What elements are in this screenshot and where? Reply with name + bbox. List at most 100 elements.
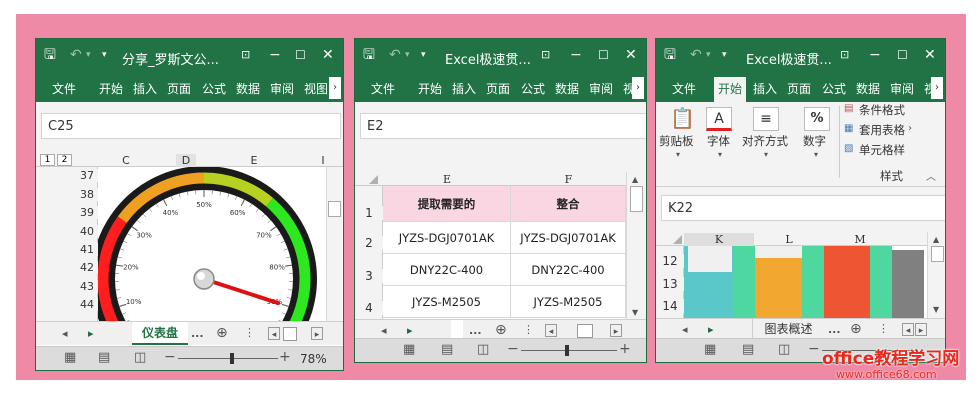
zoom-out-icon[interactable]: −	[808, 342, 820, 356]
row-header-38[interactable]: 38	[76, 188, 98, 201]
split-handle-icon[interactable]: ⋮	[878, 322, 889, 336]
zoom-in-icon[interactable]: +	[279, 350, 291, 364]
scroll-up-icon[interactable]: ▲	[933, 233, 939, 247]
vertical-scrollbar[interactable]	[326, 167, 342, 321]
more-sheets[interactable]: ...	[828, 323, 841, 337]
vertical-scroll-thumb[interactable]	[931, 246, 944, 262]
page-break-view-icon[interactable]: ◫	[477, 343, 489, 357]
ribbon-display-icon[interactable]: ⊡	[541, 48, 550, 62]
hscroll-thumb[interactable]	[577, 324, 593, 338]
hscroll-right-icon[interactable]: ▸	[915, 323, 927, 336]
customize-toolbar-icon[interactable]: ▾	[421, 48, 426, 62]
table-cell[interactable]: DNY22C-400	[511, 254, 626, 286]
ribbon-display-icon[interactable]: ⊡	[840, 48, 849, 62]
tab-page-layout[interactable]: 页面	[167, 80, 191, 97]
undo-icon[interactable]: ↶	[389, 48, 401, 62]
format-as-table-icon[interactable]: ▦	[844, 123, 853, 134]
alignment-dropdown-icon[interactable]: ▾	[764, 150, 768, 159]
add-sheet-icon[interactable]: ⊕	[495, 323, 507, 337]
row-header-12[interactable]: 12	[656, 254, 684, 268]
zoom-out-icon[interactable]: −	[507, 342, 519, 356]
normal-view-icon[interactable]: ▦	[403, 343, 415, 357]
column-header-m[interactable]: M	[824, 233, 896, 246]
close-icon[interactable]: ✕	[625, 48, 637, 62]
row-header-1[interactable]: 1	[355, 206, 383, 220]
row-header-40[interactable]: 40	[76, 225, 98, 238]
undo-dropdown-icon[interactable]: ▾	[706, 48, 711, 62]
close-icon[interactable]: ✕	[924, 48, 936, 62]
header-cell-extract[interactable]: 提取需要的	[383, 186, 511, 222]
normal-view-icon[interactable]: ▦	[704, 343, 716, 357]
save-icon[interactable]: 🖫	[44, 48, 56, 62]
table-cell[interactable]: JYZS-DGJ0701AK	[383, 222, 511, 254]
zoom-level[interactable]: 78%	[300, 352, 327, 366]
page-layout-view-icon[interactable]: ▤	[441, 343, 453, 357]
group-font[interactable]: 字体	[707, 133, 730, 149]
hscroll-left-icon[interactable]: ◂	[268, 327, 280, 340]
tab-page-layout[interactable]: 页面	[486, 80, 510, 97]
hscroll-thumb[interactable]	[283, 327, 297, 341]
add-sheet-icon[interactable]: ⊕	[850, 322, 862, 336]
alignment-icon[interactable]: ≡	[753, 107, 779, 131]
sheet-prev-icon[interactable]: ◂	[381, 324, 387, 338]
tab-review[interactable]: 审阅	[589, 80, 613, 97]
column-header-c[interactable]: C	[116, 154, 136, 167]
select-all-icon[interactable]	[369, 175, 378, 184]
sheet-prev-icon[interactable]: ◂	[62, 327, 68, 341]
table-cell[interactable]: DNY22C-400	[383, 254, 511, 286]
row-header-43[interactable]: 43	[76, 280, 98, 293]
scroll-down-icon[interactable]: ▼	[632, 306, 638, 320]
sheet-prev-icon[interactable]: ◂	[682, 323, 688, 337]
header-cell-merge[interactable]: 整合	[511, 186, 626, 222]
hscroll-right-icon[interactable]: ▸	[311, 327, 323, 340]
group-clipboard[interactable]: 剪贴板	[659, 133, 694, 149]
zoom-out-icon[interactable]: −	[164, 350, 176, 364]
row-header-3[interactable]: 3	[355, 269, 383, 283]
row-header-4[interactable]: 4	[355, 301, 383, 315]
font-icon[interactable]: A	[706, 107, 732, 131]
tab-review[interactable]: 审阅	[270, 80, 294, 97]
zoom-slider-thumb[interactable]	[230, 353, 234, 364]
page-break-view-icon[interactable]: ◫	[134, 351, 146, 365]
chart-area[interactable]	[684, 246, 927, 318]
column-header-l[interactable]: L	[754, 233, 824, 246]
ribbon-scroll-right-icon[interactable]: ›	[632, 77, 644, 99]
tab-review[interactable]: 审阅	[890, 80, 914, 97]
close-icon[interactable]: ✕	[322, 48, 334, 62]
ribbon-scroll-right-icon[interactable]: ›	[329, 77, 341, 99]
undo-dropdown-icon[interactable]: ▾	[405, 48, 410, 62]
maximize-icon[interactable]: ☐	[897, 48, 908, 62]
conditional-format-button[interactable]: 条件格式	[859, 102, 905, 118]
zoom-in-icon[interactable]: +	[619, 342, 631, 356]
clipboard-icon[interactable]: 📋	[670, 106, 695, 130]
outline-level-1[interactable]: 1	[40, 154, 55, 166]
hscroll-left-icon[interactable]: ◂	[902, 323, 914, 336]
table-cell[interactable]: JYZS-M2505	[383, 286, 511, 318]
tab-file[interactable]: 文件	[672, 80, 696, 97]
tab-page-layout[interactable]: 页面	[787, 80, 811, 97]
collapse-ribbon-icon[interactable]: ︿	[926, 168, 936, 183]
cell-styles-button[interactable]: 单元格样	[859, 142, 905, 158]
tab-data[interactable]: 数据	[236, 80, 260, 97]
tab-formulas[interactable]: 公式	[521, 80, 545, 97]
font-dropdown-icon[interactable]: ▾	[718, 150, 722, 159]
name-box[interactable]: E2	[360, 113, 646, 139]
styles-expand-icon[interactable]: ›	[908, 123, 912, 134]
outline-level-2[interactable]: 2	[57, 154, 72, 166]
zoom-slider-track[interactable]	[178, 358, 278, 359]
tab-formulas[interactable]: 公式	[822, 80, 846, 97]
undo-dropdown-icon[interactable]: ▾	[86, 48, 91, 62]
sheet-next-icon[interactable]: ▸	[407, 324, 413, 338]
tab-file[interactable]: 文件	[52, 80, 76, 97]
save-icon[interactable]: 🖫	[664, 48, 676, 62]
column-header-k[interactable]: K	[684, 233, 754, 246]
select-all-icon[interactable]	[673, 235, 682, 244]
scroll-up-icon[interactable]: ▲	[632, 173, 638, 187]
undo-icon[interactable]: ↶	[70, 48, 82, 62]
maximize-icon[interactable]: ☐	[598, 48, 609, 62]
sheet-next-icon[interactable]: ▸	[708, 323, 714, 337]
row-header-14[interactable]: 14	[656, 299, 684, 313]
hscroll-right-icon[interactable]: ▸	[610, 324, 622, 337]
conditional-format-icon[interactable]: ▤	[844, 103, 853, 114]
sheet-next-icon[interactable]: ▸	[88, 327, 94, 341]
